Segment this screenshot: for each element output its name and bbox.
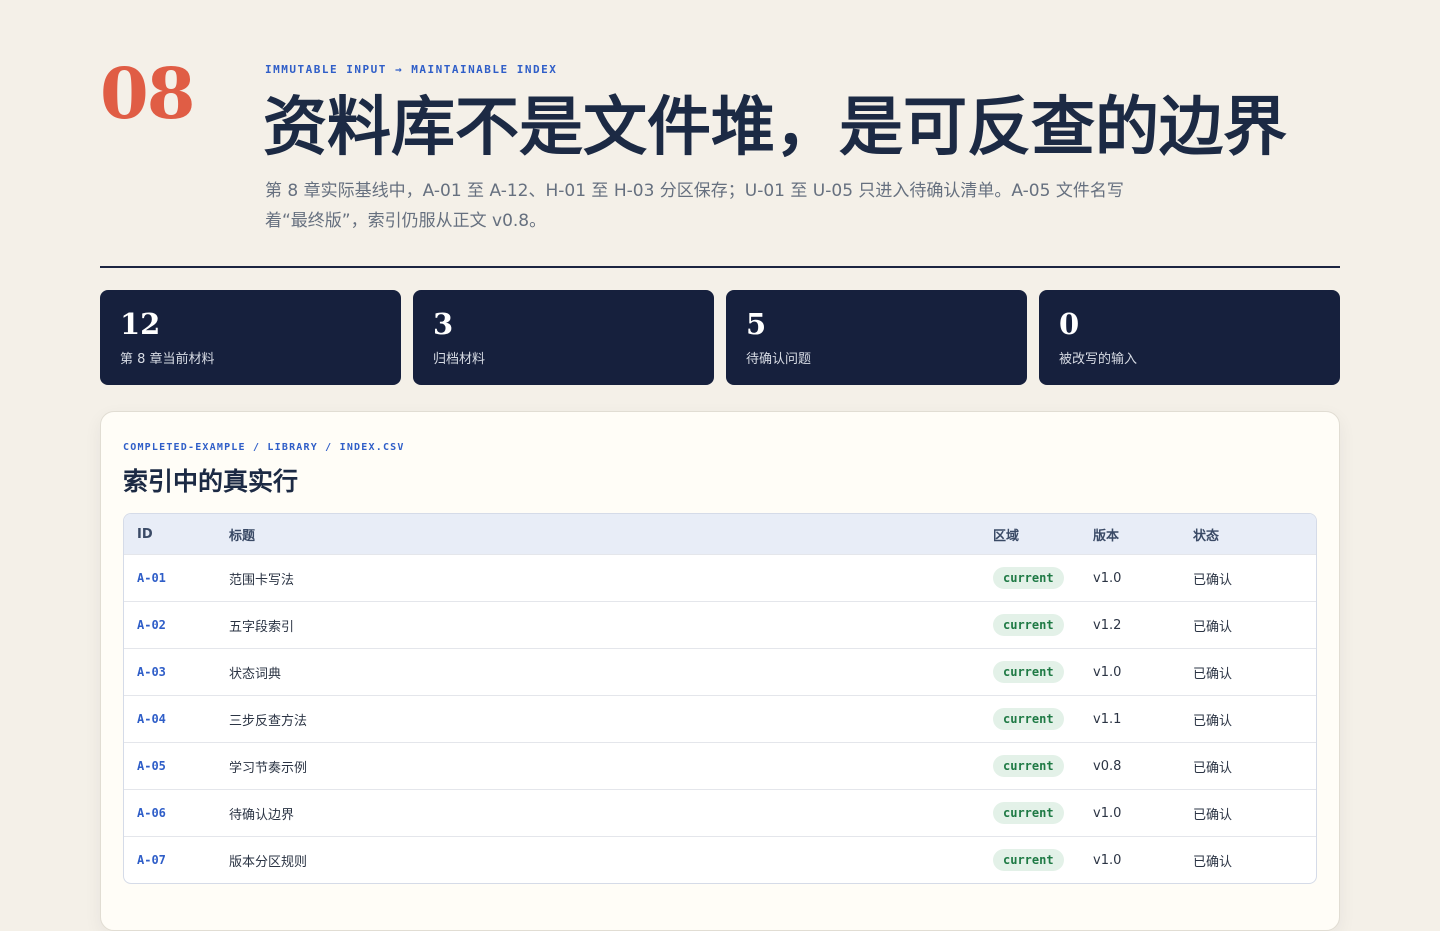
row-title: 学习节奏示例 xyxy=(229,760,308,776)
stat-value: 3 xyxy=(433,307,454,341)
row-version: v1.0 xyxy=(1093,852,1122,868)
table-row: A-02 五字段索引 current v1.2 已确认 xyxy=(124,601,1316,648)
stat-label: 第 8 章当前材料 xyxy=(120,352,215,367)
table-row: A-01 范围卡写法 current v1.0 已确认 xyxy=(124,554,1316,601)
table-row: A-06 待确认边界 current v1.0 已确认 xyxy=(124,789,1316,836)
table-row: A-07 版本分区规则 current v1.0 已确认 xyxy=(124,836,1316,883)
row-status: 已确认 xyxy=(1193,760,1233,776)
zone-badge: current xyxy=(993,661,1064,683)
row-title: 三步反查方法 xyxy=(229,713,308,729)
row-title: 范围卡写法 xyxy=(229,572,295,588)
zone-badge: current xyxy=(993,567,1064,589)
index-table: ID 标题 区域 版本 状态 A-01 范围卡写法 current v1.0 已… xyxy=(123,513,1317,884)
stat-label: 归档材料 xyxy=(433,352,486,367)
column-header-zone: 区域 xyxy=(993,528,1020,544)
zone-badge: current xyxy=(993,708,1064,730)
zone-badge: current xyxy=(993,802,1064,824)
table-row: A-04 三步反查方法 current v1.1 已确认 xyxy=(124,695,1316,742)
row-version: v1.2 xyxy=(1093,617,1122,633)
index-panel: COMPLETED-EXAMPLE / LIBRARY / INDEX.CSV … xyxy=(100,411,1340,931)
row-title: 待确认边界 xyxy=(229,807,295,823)
row-id-link[interactable]: A-07 xyxy=(137,853,166,867)
stat-value: 12 xyxy=(120,307,161,341)
row-title: 版本分区规则 xyxy=(229,854,308,870)
row-status: 已确认 xyxy=(1193,666,1233,682)
stat-value: 5 xyxy=(746,307,767,341)
column-header-status: 状态 xyxy=(1193,528,1220,544)
panel-path: COMPLETED-EXAMPLE / LIBRARY / INDEX.CSV xyxy=(123,442,405,453)
column-header-title: 标题 xyxy=(229,528,256,544)
stat-value: 0 xyxy=(1059,307,1080,341)
stats-row: 12 第 8 章当前材料 3 归档材料 5 待确认问题 0 被改写的输入 xyxy=(100,290,1340,385)
zone-badge: current xyxy=(993,849,1064,871)
stat-card-current: 12 第 8 章当前材料 xyxy=(100,290,401,385)
stat-card-archived: 3 归档材料 xyxy=(413,290,714,385)
column-header-id: ID xyxy=(137,526,153,542)
row-version: v1.1 xyxy=(1093,711,1122,727)
row-status: 已确认 xyxy=(1193,807,1233,823)
row-status: 已确认 xyxy=(1193,854,1233,870)
row-version: v1.0 xyxy=(1093,664,1122,680)
chapter-header: 08 IMMUTABLE INPUT → MAINTAINABLE INDEX … xyxy=(100,56,1340,268)
chapter-number: 08 xyxy=(100,52,195,135)
column-header-version: 版本 xyxy=(1093,528,1120,544)
panel-title: 索引中的真实行 xyxy=(123,467,299,496)
stat-card-pending: 5 待确认问题 xyxy=(726,290,1027,385)
row-id-link[interactable]: A-04 xyxy=(137,712,166,726)
lead-paragraph: 第 8 章实际基线中，A-01 至 A-12、H-01 至 H-03 分区保存；… xyxy=(265,181,1124,231)
table-row: A-03 状态词典 current v1.0 已确认 xyxy=(124,648,1316,695)
stat-card-rewritten: 0 被改写的输入 xyxy=(1039,290,1340,385)
page-title: 资料库不是文件堆，是可反查的边界 xyxy=(263,90,1287,165)
table-row: A-05 学习节奏示例 current v0.8 已确认 xyxy=(124,742,1316,789)
row-version: v1.0 xyxy=(1093,805,1122,821)
row-title: 状态词典 xyxy=(229,666,282,682)
row-id-link[interactable]: A-01 xyxy=(137,571,166,585)
row-id-link[interactable]: A-03 xyxy=(137,665,166,679)
table-header: ID 标题 区域 版本 状态 xyxy=(124,514,1316,554)
zone-badge: current xyxy=(993,614,1064,636)
zone-badge: current xyxy=(993,755,1064,777)
row-status: 已确认 xyxy=(1193,713,1233,729)
stat-label: 待确认问题 xyxy=(746,352,812,367)
row-status: 已确认 xyxy=(1193,572,1233,588)
row-version: v1.0 xyxy=(1093,570,1122,586)
row-id-link[interactable]: A-02 xyxy=(137,618,166,632)
row-status: 已确认 xyxy=(1193,619,1233,635)
row-id-link[interactable]: A-06 xyxy=(137,806,166,820)
row-title: 五字段索引 xyxy=(229,619,295,635)
header-eyebrow: IMMUTABLE INPUT → MAINTAINABLE INDEX xyxy=(265,63,558,76)
row-id-link[interactable]: A-05 xyxy=(137,759,166,773)
row-version: v0.8 xyxy=(1093,758,1122,774)
stat-label: 被改写的输入 xyxy=(1059,352,1138,367)
